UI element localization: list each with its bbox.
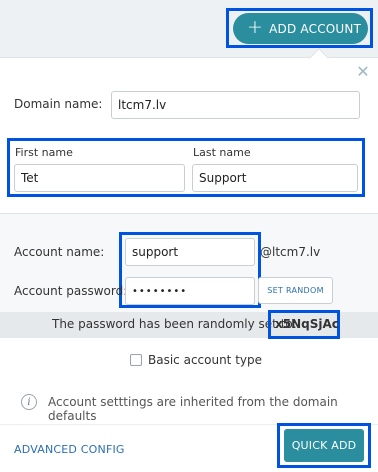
- info-icon: i: [21, 394, 37, 410]
- basic-account-label: Basic account type: [148, 353, 263, 367]
- set-random-button[interactable]: SET RANDOM: [258, 277, 333, 304]
- domain-name-label: Domain name:: [14, 97, 103, 111]
- info-text: Account setttings are inherited from the…: [48, 395, 338, 423]
- basic-account-checkbox[interactable]: [130, 354, 142, 366]
- add-account-label: ADD ACCOUNT: [269, 21, 362, 36]
- password-notice-text: The password has been randomly set to:: [52, 317, 297, 331]
- close-icon[interactable]: ✕: [355, 64, 371, 80]
- account-domain-suffix: @ltcm7.lv: [260, 245, 321, 259]
- last-name-field[interactable]: Support: [192, 164, 358, 192]
- domain-name-field[interactable]: ltcm7.lv: [111, 91, 360, 119]
- account-password-field[interactable]: ••••••••: [125, 277, 255, 305]
- first-name-label: First name: [15, 146, 73, 159]
- account-name-field[interactable]: support: [125, 238, 255, 266]
- random-password-value: x5NqSjAc: [275, 317, 339, 331]
- last-name-label: Last name: [193, 146, 251, 159]
- account-name-label: Account name:: [14, 245, 105, 259]
- first-name-field[interactable]: Tet: [14, 164, 185, 192]
- quick-add-button[interactable]: QUICK ADD: [284, 429, 364, 462]
- account-password-label: Account password:: [14, 284, 128, 298]
- add-account-button[interactable]: + ADD ACCOUNT: [233, 13, 368, 44]
- advanced-config-link[interactable]: ADVANCED CONFIG: [14, 443, 125, 456]
- plus-icon: +: [247, 16, 264, 38]
